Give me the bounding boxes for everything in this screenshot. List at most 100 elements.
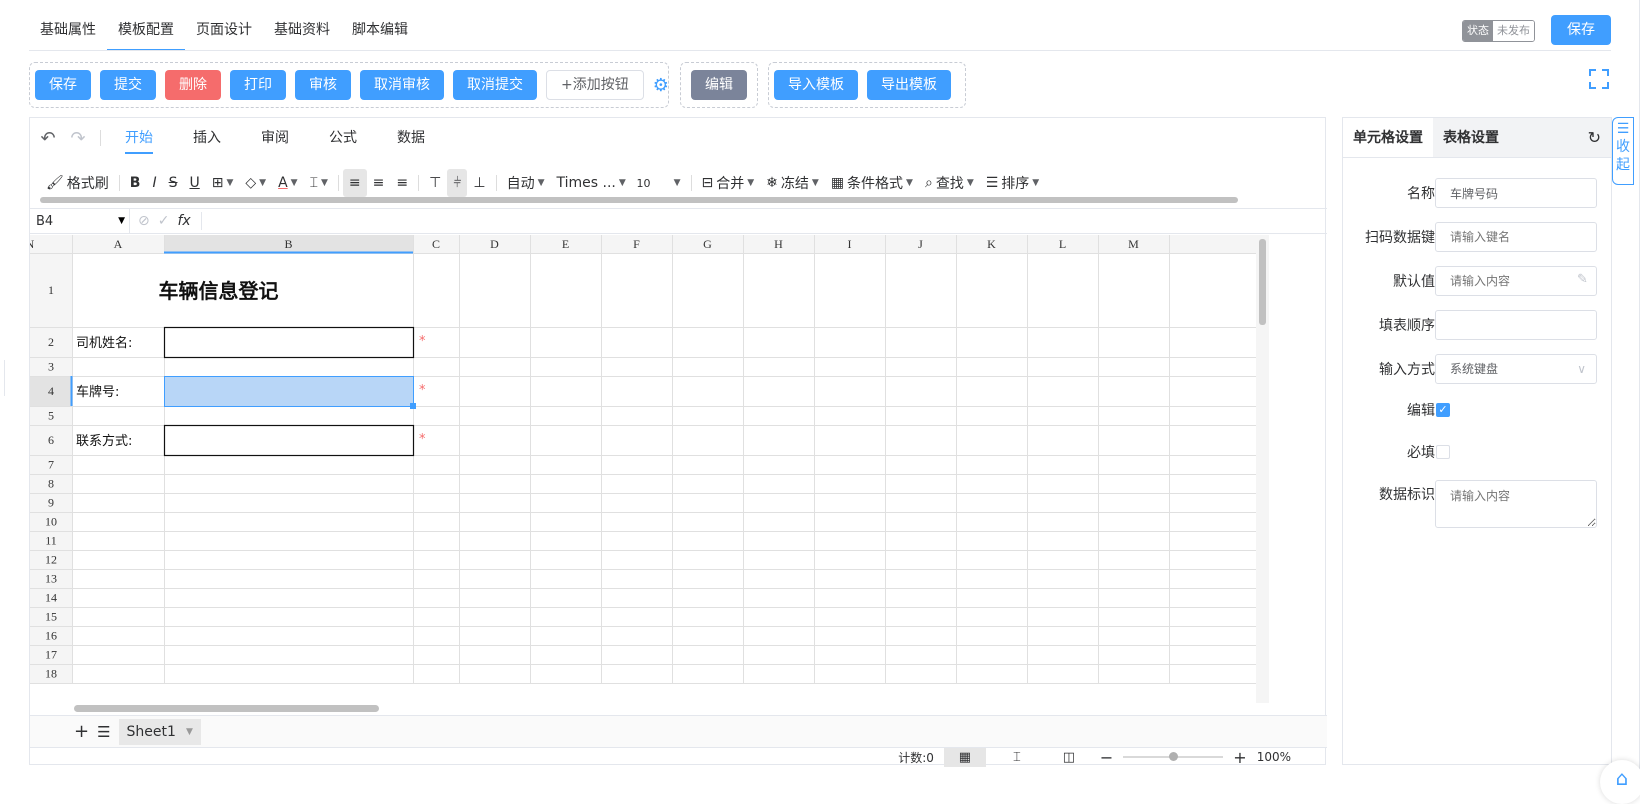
selected-cell-b4[interactable] <box>165 377 413 406</box>
edit-pen-icon[interactable]: ✎ <box>1577 272 1588 287</box>
action-group-main: 保存 提交 删除 打印 审核 取消审核 取消提交 +添加按钮 ⚙ <box>29 62 669 108</box>
group1-button-2[interactable]: 删除 <box>165 70 221 100</box>
refresh-icon[interactable]: ↻ <box>1588 118 1611 157</box>
undo-icon[interactable]: ↶ <box>36 126 60 150</box>
valign-top-button[interactable]: ⊤ <box>423 169 447 197</box>
fx-icon[interactable]: fx <box>177 213 190 229</box>
font-color-button[interactable]: A ▼ <box>272 169 304 197</box>
fill-handle[interactable] <box>410 403 416 409</box>
cancel-icon[interactable]: ⊘ <box>138 213 150 229</box>
data-tag-textarea[interactable] <box>1435 480 1597 528</box>
group1-button-1[interactable]: 提交 <box>100 70 156 100</box>
valign-middle-button[interactable]: ⫩ <box>447 169 468 197</box>
tab-0[interactable]: 基础属性 <box>29 14 107 51</box>
normal-view-icon[interactable]: ▦ <box>943 747 986 767</box>
fullscreen-icon[interactable] <box>1588 68 1610 90</box>
freeze-button[interactable]: ❄︎ 冻结 ▼ <box>760 169 825 197</box>
wrap-select[interactable]: 自动 ▼ <box>501 169 551 197</box>
row-header: 3 <box>48 360 54 374</box>
cell-ref-select[interactable]: B4 ▼ <box>30 209 130 233</box>
size-select[interactable]: 10 ▼ <box>631 169 687 197</box>
align-center-button[interactable]: ≡ <box>367 169 391 197</box>
group1-button-3[interactable]: 打印 <box>230 70 286 100</box>
order-input[interactable] <box>1435 310 1597 340</box>
ribbon-tab-1[interactable]: 插入 <box>173 118 241 158</box>
conditional-format-button[interactable]: ▦ 条件格式 ▼ <box>825 169 919 197</box>
row-header: 11 <box>45 534 57 548</box>
left-edge-handle[interactable] <box>0 360 5 396</box>
brush-icon: 🖌︎ <box>46 175 64 191</box>
text-size-button[interactable]: ⌶ ▼ <box>304 169 334 197</box>
bold-button[interactable]: B <box>124 169 147 197</box>
zoom-slider[interactable] <box>1123 752 1224 761</box>
find-button[interactable]: ⌕ 查找 ▼ <box>919 169 980 197</box>
fill-color-button[interactable]: ◇ ▼ <box>239 169 272 197</box>
edit-checkbox[interactable]: ✓ <box>1436 403 1450 417</box>
group3-button-0[interactable]: 导入模板 <box>774 70 858 100</box>
row-header: 9 <box>48 496 54 510</box>
settings-gear-icon[interactable]: ⚙ <box>653 75 669 96</box>
align-left-button[interactable]: ≡ <box>342 169 367 197</box>
group1-button-7[interactable]: +添加按钮 <box>546 70 644 100</box>
name-input[interactable] <box>1435 178 1597 208</box>
tab-table-settings[interactable]: 表格设置 <box>1433 118 1509 157</box>
italic-button[interactable]: I <box>146 169 162 197</box>
border-button[interactable]: ⊞ ▼ <box>206 169 240 197</box>
cell-settings-panel: 单元格设置 表格设置 ↻ 名称 扫码数据键 默认值 ✎ 填表顺序 输入方式 系统… <box>1342 117 1612 765</box>
align-right-button[interactable]: ≡ <box>390 169 414 197</box>
sheet-list-icon[interactable]: ☰ <box>97 723 110 741</box>
sheet-dropdown-icon[interactable]: ▼ <box>186 719 193 745</box>
ribbon-tab-2[interactable]: 审阅 <box>241 118 309 158</box>
tab-1[interactable]: 模板配置 <box>107 14 185 51</box>
input-method-select[interactable]: 系统键盘 ∨ <box>1435 354 1597 384</box>
sort-button[interactable]: ☰ 排序 ▼ <box>980 169 1045 197</box>
home-icon[interactable]: ⌂ <box>1600 760 1640 804</box>
column-header: K <box>987 237 996 251</box>
default-input[interactable] <box>1435 266 1597 296</box>
group1-button-6[interactable]: 取消提交 <box>453 70 537 100</box>
vertical-scroll-thumb[interactable] <box>1259 239 1266 325</box>
column-header: H <box>774 237 783 251</box>
group1-button-4[interactable]: 审核 <box>295 70 351 100</box>
page-break-icon[interactable]: ⌶ <box>996 748 1038 767</box>
ribbon-tab-0[interactable]: 开始 <box>105 118 173 158</box>
merge-button[interactable]: ⊟ 合并 ▼ <box>696 169 761 197</box>
sheet-tab[interactable]: Sheet1 ▼ <box>118 718 201 745</box>
tab-3[interactable]: 基础资料 <box>263 14 341 51</box>
zoom-out-icon[interactable]: − <box>1100 748 1113 767</box>
ribbon-tab-4[interactable]: 数据 <box>377 118 445 158</box>
add-sheet-icon[interactable]: + <box>74 721 89 742</box>
input-cell-b6[interactable] <box>163 424 415 457</box>
scan-key-input[interactable] <box>1435 222 1597 252</box>
ribbon-tab-label: 审阅 <box>261 130 289 146</box>
formula-input[interactable] <box>202 209 1327 233</box>
sheet-grid[interactable]: ABCDEFGHIJKLMN12345678910111213141516171… <box>30 235 1327 703</box>
page-layout-icon[interactable]: ◫ <box>1048 748 1090 767</box>
grid-hscrollbar[interactable] <box>30 703 1327 715</box>
ribbon-tab-3[interactable]: 公式 <box>309 118 377 158</box>
row-header: 12 <box>45 553 57 567</box>
required-checkbox[interactable] <box>1436 445 1450 459</box>
format-painter-button[interactable]: 🖌︎ 格式刷 <box>40 169 115 197</box>
tab-2[interactable]: 页面设计 <box>185 14 263 51</box>
save-button-top[interactable]: 保存 <box>1551 15 1611 45</box>
group2-button-0[interactable]: 编辑 <box>691 70 747 100</box>
input-cell-b2[interactable] <box>163 326 415 359</box>
toolbar-scrollbar[interactable] <box>40 197 1238 203</box>
group1-button-5[interactable]: 取消审核 <box>360 70 444 100</box>
ribbon-tab-label: 数据 <box>397 130 425 146</box>
zoom-in-icon[interactable]: + <box>1233 748 1246 767</box>
tab-4[interactable]: 脚本编辑 <box>341 14 419 51</box>
underline-button[interactable]: U <box>183 169 205 197</box>
tab-cell-settings[interactable]: 单元格设置 <box>1343 118 1433 157</box>
action-group-edit: 编辑 <box>680 62 758 108</box>
font-select[interactable]: Times ... ▼ <box>551 169 631 197</box>
strike-button[interactable]: S <box>163 169 184 197</box>
group1-button-0[interactable]: 保存 <box>35 70 91 100</box>
group3-button-1[interactable]: 导出模板 <box>867 70 951 100</box>
valign-bottom-button[interactable]: ⊥ <box>467 169 491 197</box>
confirm-icon[interactable]: ✓ <box>158 213 170 229</box>
collapse-panel-button[interactable]: ☰ 收起 <box>1612 117 1634 185</box>
redo-icon[interactable]: ↷ <box>66 126 90 150</box>
name-label: 名称 <box>1407 186 1435 202</box>
